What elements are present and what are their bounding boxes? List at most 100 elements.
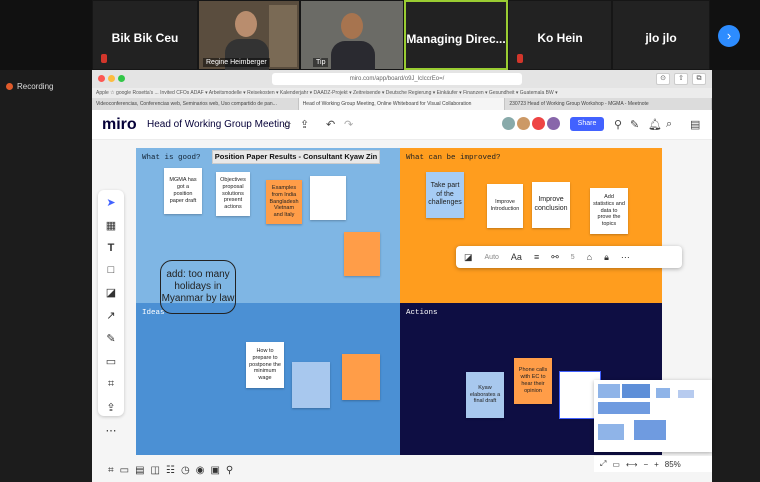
miro-bottom-toolbar: ⌗ ▭ ▤ ◫ ☷ ◷ ◉ ▣ ⚲ xyxy=(104,460,284,480)
sticky-note-icon[interactable]: ◪ xyxy=(103,286,119,299)
downloads-icon[interactable]: ⊙ xyxy=(656,73,670,85)
sticky-note[interactable]: Take part of the challenges xyxy=(426,172,464,218)
participant-tile[interactable]: jlo jlo xyxy=(612,0,710,70)
participant-face xyxy=(235,11,257,37)
notifications-icon[interactable]: 🔔︎ xyxy=(648,118,662,131)
avatar[interactable] xyxy=(532,117,545,130)
timer-icon[interactable]: ◷ xyxy=(181,465,190,476)
comment-icon[interactable]: ▭ xyxy=(120,465,129,476)
connector-icon[interactable]: ↗ xyxy=(103,309,119,322)
screen: Bik Bik Ceu Regine Heimberger Tip Managi… xyxy=(0,0,760,482)
bookshelf xyxy=(269,5,297,67)
chat-icon[interactable]: ▤ xyxy=(135,465,144,476)
align-icon[interactable]: ≡ xyxy=(534,252,539,262)
search-icon[interactable]: ⌕ xyxy=(666,118,672,131)
text-icon[interactable]: T xyxy=(103,242,119,254)
avatar[interactable] xyxy=(517,117,530,130)
participant-video-tile[interactable]: Tip xyxy=(300,0,404,71)
pen-icon[interactable]: ✎ xyxy=(103,332,119,345)
participant-name: Ko Hein xyxy=(537,31,583,45)
text-format[interactable]: Aa xyxy=(511,252,522,262)
zoom-out-icon[interactable]: − xyxy=(643,460,648,469)
shape-icon[interactable]: □ xyxy=(103,264,119,276)
notes-icon[interactable]: ⚲ xyxy=(226,465,233,476)
fit-width-icon[interactable]: ⟷ xyxy=(626,460,637,469)
menu-icon[interactable]: ▤ xyxy=(690,118,700,131)
tabs-icon[interactable]: ⧉ xyxy=(692,73,706,85)
templates-icon[interactable]: ▦ xyxy=(103,219,119,232)
sticky-note-empty[interactable] xyxy=(344,232,380,276)
collaborator-avatars[interactable] xyxy=(502,117,560,130)
tag-icon[interactable]: ⌂ xyxy=(587,252,592,262)
minimap-toggle-icon[interactable]: ▭ xyxy=(612,460,620,469)
sticky-note[interactable]: Improve conclusion xyxy=(532,182,570,228)
star-icon[interactable]: ☆ xyxy=(282,118,292,131)
more-tools-icon[interactable]: ⋯ xyxy=(103,424,119,437)
sticky-note[interactable]: How to prepare to postpone the minimum w… xyxy=(246,342,284,388)
sticky-note[interactable]: Phone calls with EC to hear their opinio… xyxy=(514,358,552,404)
screen-share-icon[interactable]: ◫ xyxy=(151,465,160,476)
miro-logo[interactable]: miro xyxy=(102,116,137,134)
browser-tab-active[interactable]: Head of Working Group Meeting, Online Wh… xyxy=(298,98,506,110)
bookmarks-bar[interactable]: Apple ☆ google Rosetta's ... Invited CFO… xyxy=(92,88,712,98)
undo-icon[interactable]: ↶ xyxy=(326,118,335,131)
participant-name: Tip xyxy=(313,58,329,67)
share-icon[interactable]: ⇧ xyxy=(674,73,688,85)
lock-icon[interactable]: 🔒︎ xyxy=(604,252,609,263)
fit-icon[interactable]: ⤢ xyxy=(600,459,606,469)
miro-left-toolbar: ➤ ▦ T □ ◪ ↗ ✎ ▭ ⌗ ⇪ ⋯ xyxy=(98,190,124,437)
close-icon[interactable] xyxy=(98,75,105,82)
avatar[interactable] xyxy=(502,117,515,130)
sticky-note[interactable]: Objectives proposal solutions present ac… xyxy=(216,172,250,216)
board-title[interactable]: Head of Working Group Meeting xyxy=(147,119,290,130)
upload-icon[interactable]: ⇪ xyxy=(300,118,309,131)
participant-strip: Bik Bik Ceu Regine Heimberger Tip Managi… xyxy=(0,0,760,71)
select-icon[interactable]: ➤ xyxy=(103,196,119,209)
minimize-icon[interactable] xyxy=(108,75,115,82)
miro-topbar: miro Head of Working Group Meeting ☆ ⇪ ↶… xyxy=(92,110,712,140)
upload-icon[interactable]: ⇪ xyxy=(103,401,119,414)
zoom-controls: ⤢ ▭ ⟷ − + 85% xyxy=(594,456,712,472)
muted-mic-icon xyxy=(517,54,523,63)
board-banner[interactable]: Position Paper Results - Consultant Kyaw… xyxy=(212,150,380,164)
minimap[interactable] xyxy=(594,380,712,452)
more-icon[interactable]: ⋯ xyxy=(621,252,630,263)
frames-icon[interactable]: ⌗ xyxy=(108,465,114,476)
sticky-note-empty[interactable] xyxy=(342,354,380,400)
sticky-note[interactable]: Improve Introduction xyxy=(487,184,523,228)
zoom-level[interactable]: 85% xyxy=(665,460,681,469)
chevron-right-icon[interactable]: › xyxy=(718,25,740,47)
participant-tile[interactable]: Bik Bik Ceu xyxy=(92,0,198,70)
comment-icon[interactable]: ▭ xyxy=(103,355,119,368)
sticky-note[interactable]: Add statistics and data to prove the top… xyxy=(590,188,628,234)
sticky-note[interactable]: Kyaw elaborates a final draft xyxy=(466,372,504,418)
participant-video-tile[interactable]: Regine Heimberger xyxy=(198,0,300,71)
sticky-note[interactable]: Examples from India Bangladesh Vietnam a… xyxy=(266,180,302,224)
sticky-shape-icon[interactable]: ◪ xyxy=(464,252,473,263)
minimap-block xyxy=(598,384,620,398)
sticky-note[interactable]: MGMA has got a position paper draft xyxy=(164,168,202,214)
participant-tile-active[interactable]: Managing Direc... xyxy=(404,0,508,70)
comment-icon[interactable]: ✎ xyxy=(630,118,639,131)
address-bar[interactable]: miro.com/app/board/o9J_lcIccrEo=/ xyxy=(272,73,522,85)
browser-tab[interactable]: Videoconferencias, Conferencias web, Sem… xyxy=(92,98,299,110)
participant-tile[interactable]: Ko Hein xyxy=(508,0,612,70)
idea-speech-bubble[interactable]: add: too many holidays in Myanmar by law xyxy=(160,260,236,314)
voting-icon[interactable]: ☷ xyxy=(166,465,175,476)
redo-icon[interactable]: ↷ xyxy=(344,118,353,131)
size-select[interactable]: 5 xyxy=(571,254,575,261)
browser-tab[interactable]: 230723 Head of Working Group Workshop - … xyxy=(505,98,712,110)
minimap-block xyxy=(598,424,624,440)
sticky-note-empty[interactable] xyxy=(292,362,330,408)
sticky-note-empty[interactable] xyxy=(310,176,346,220)
presentation-icon[interactable]: ▣ xyxy=(210,465,219,476)
font-select[interactable]: Auto xyxy=(485,254,499,261)
zoom-in-icon[interactable]: + xyxy=(654,460,659,469)
frame-icon[interactable]: ⌗ xyxy=(103,378,119,391)
maximize-icon[interactable] xyxy=(118,75,125,82)
share-button[interactable]: Share xyxy=(570,117,604,131)
reactions-icon[interactable]: ⚲ xyxy=(614,118,622,131)
avatar[interactable] xyxy=(547,117,560,130)
link-icon[interactable]: ⚯ xyxy=(551,252,559,263)
video-icon[interactable]: ◉ xyxy=(196,465,205,476)
